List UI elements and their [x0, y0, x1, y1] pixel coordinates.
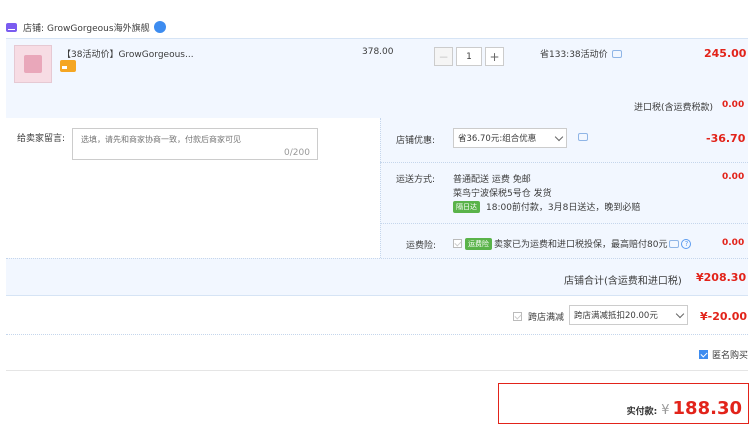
delivery-info: 隔日达 18:00前付款，3月8日送达，晚到必赔	[453, 200, 640, 213]
cross-store-label: 跨店满减	[528, 313, 565, 323]
increase-quantity-button[interactable]: +	[485, 47, 504, 66]
cross-store-value: ¥-20.00	[700, 310, 748, 323]
discount-selected-value: 省36.70元:组合优惠	[458, 134, 537, 144]
store-header: 店铺: GrowGorgeous海外旗舰	[6, 18, 166, 36]
insurance-badge: 运费险	[465, 237, 492, 250]
divider	[380, 162, 748, 163]
payment-summary-box: 实付款: ¥ 188.30	[498, 383, 749, 424]
comment-icon[interactable]	[611, 49, 622, 58]
discount-value: -36.70	[706, 132, 746, 145]
import-tax-label: 进口税(含运费税款)	[634, 103, 714, 113]
discount-label: 店铺优惠:	[396, 136, 436, 146]
product-thumbnail[interactable]	[14, 45, 52, 83]
seller-message-input[interactable]	[72, 128, 318, 160]
anonymous-checkbox[interactable]	[699, 350, 708, 359]
store-total-value: ¥208.30	[696, 271, 747, 284]
chevron-down-icon	[675, 309, 685, 318]
shipping-warehouse: 菜鸟宁波保税5号仓 发货	[453, 189, 552, 199]
help-icon[interactable]: ?	[681, 238, 692, 249]
payment-label: 实付款:	[626, 407, 658, 417]
store-name-link[interactable]: GrowGorgeous海外旗舰	[47, 21, 150, 34]
next-day-badge: 隔日达	[453, 200, 480, 213]
insurance-label: 运费险:	[406, 241, 437, 251]
cross-store-selected-value: 跨店满减抵扣20.00元	[574, 311, 658, 321]
wangwang-chat-icon[interactable]	[153, 21, 166, 33]
message-counter: 0/200	[284, 148, 310, 158]
insurance-checkbox[interactable]	[453, 239, 462, 248]
divider	[6, 370, 748, 371]
cross-store-checkbox[interactable]	[513, 312, 522, 321]
shipping-method: 普通配送 运费 免邮	[453, 175, 531, 185]
discount-select[interactable]: 省36.70元:组合优惠	[453, 128, 567, 148]
payment-amount-row: 实付款: ¥ 188.30	[627, 398, 742, 419]
quantity-input[interactable]: 1	[456, 47, 482, 66]
divider	[380, 223, 748, 224]
quantity-stepper: − 1 +	[434, 47, 504, 66]
anonymous-purchase[interactable]: 匿名购买	[699, 348, 748, 361]
promo-info: 省133:38活动价	[540, 47, 622, 60]
credit-card-icon	[60, 60, 76, 72]
payment-amount: 188.30	[672, 398, 742, 419]
cross-store-select[interactable]: 跨店满减抵扣20.00元	[569, 305, 688, 325]
divider	[6, 334, 748, 335]
shipping-value: 0.00	[722, 172, 745, 182]
product-title-link[interactable]: 【38活动价】GrowGorgeous...	[62, 47, 194, 60]
store-icon	[6, 22, 17, 32]
insurance-info: 运费险 卖家已为运费和进口税投保，最高赔付80元 ?	[453, 237, 692, 250]
decrease-quantity-button[interactable]: −	[434, 47, 453, 66]
chevron-down-icon	[554, 132, 564, 141]
store-total-label: 店铺合计(含运费和进口税)	[564, 276, 682, 287]
promo-text: 省133:38活动价	[540, 50, 608, 60]
shipping-label: 运送方式:	[396, 175, 436, 185]
insurance-value: 0.00	[722, 238, 745, 248]
message-label: 给卖家留言:	[17, 134, 66, 144]
currency-symbol: ¥	[661, 403, 670, 418]
item-subtotal: 245.00	[704, 47, 747, 60]
comment-icon[interactable]	[669, 239, 680, 248]
unit-price: 378.00	[362, 47, 394, 57]
anonymous-label: 匿名购买	[712, 351, 749, 361]
insurance-text: 卖家已为运费和进口税投保，最高赔付80元	[494, 240, 668, 250]
comment-icon[interactable]	[578, 133, 588, 141]
import-tax-value: 0.00	[722, 100, 745, 110]
delivery-note: 18:00前付款，3月8日送达，晚到必赔	[486, 203, 641, 213]
store-label: 店铺:	[23, 23, 45, 34]
cross-store-discount: 跨店满减	[513, 310, 564, 323]
